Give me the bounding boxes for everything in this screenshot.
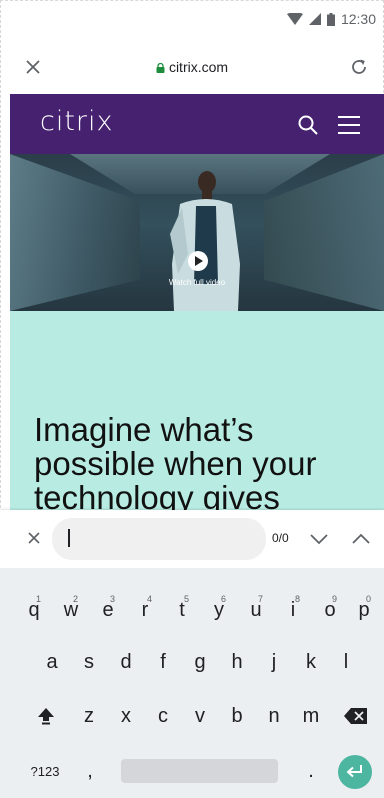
- headline-line: technology gives: [34, 479, 280, 512]
- key-u[interactable]: 7u: [240, 588, 272, 632]
- key-hint: 0: [365, 594, 371, 604]
- chevron-up-icon[interactable]: [350, 530, 372, 548]
- key-hint: 6: [220, 594, 226, 604]
- key-hint: 5: [183, 594, 189, 604]
- reload-icon[interactable]: [348, 56, 370, 78]
- lock-icon: [156, 63, 165, 73]
- space-bar[interactable]: [121, 759, 278, 783]
- key-f[interactable]: f: [147, 640, 179, 684]
- text-cursor: [68, 529, 70, 547]
- browser-toolbar: citrix.com: [0, 42, 384, 92]
- headline: Imagine what’s possible when your techno…: [34, 411, 317, 512]
- key-i[interactable]: 8i: [277, 588, 309, 632]
- citrix-logo[interactable]: citrix: [40, 106, 114, 137]
- close-icon[interactable]: [26, 530, 42, 546]
- key-o[interactable]: 9o: [314, 588, 346, 632]
- key-hint: 1: [35, 594, 41, 604]
- key-q[interactable]: 1q: [18, 588, 50, 632]
- comma-key[interactable]: ,: [74, 749, 106, 793]
- watch-video-caption: Watch full video: [168, 278, 226, 287]
- key-z[interactable]: z: [73, 694, 105, 738]
- find-in-page-bar: 0/0: [0, 510, 384, 568]
- match-count: 0/0: [272, 531, 289, 545]
- key-hint: 2: [72, 594, 78, 604]
- hero-person-image: [170, 171, 240, 311]
- key-e[interactable]: 3e: [92, 588, 124, 632]
- backspace-icon: [344, 708, 367, 724]
- shift-key[interactable]: [28, 694, 64, 738]
- url-display[interactable]: citrix.com: [0, 59, 384, 75]
- key-h[interactable]: h: [221, 640, 253, 684]
- search-icon[interactable]: [296, 113, 320, 137]
- key-p[interactable]: 0p: [348, 588, 380, 632]
- key-hint: 4: [146, 594, 152, 604]
- headline-line: Imagine what’s: [34, 411, 254, 448]
- key-t[interactable]: 5t: [166, 588, 198, 632]
- key-hint: 9: [331, 594, 337, 604]
- key-l[interactable]: l: [330, 640, 362, 684]
- key-d[interactable]: d: [110, 640, 142, 684]
- battery-icon: [326, 12, 335, 26]
- key-hint: 8: [294, 594, 300, 604]
- site-header: citrix: [10, 94, 384, 154]
- chevron-down-icon[interactable]: [308, 530, 330, 548]
- key-hint: 3: [109, 594, 115, 604]
- key-b[interactable]: b: [221, 694, 253, 738]
- key-j[interactable]: j: [258, 640, 290, 684]
- key-k[interactable]: k: [295, 640, 327, 684]
- play-icon: [195, 256, 203, 266]
- wifi-icon: [286, 13, 303, 25]
- hamburger-menu-icon[interactable]: [336, 114, 362, 136]
- key-v[interactable]: v: [184, 694, 216, 738]
- symbols-key[interactable]: ?123: [22, 749, 68, 793]
- hero-video[interactable]: Watch full video: [10, 154, 384, 311]
- key-c[interactable]: c: [147, 694, 179, 738]
- status-time: 12:30: [340, 11, 376, 27]
- enter-icon: [346, 765, 362, 778]
- period-key[interactable]: .: [295, 749, 327, 793]
- key-m[interactable]: m: [295, 694, 327, 738]
- enter-key[interactable]: [338, 755, 372, 789]
- key-hint: 7: [257, 594, 263, 604]
- key-s[interactable]: s: [73, 640, 105, 684]
- shift-icon: [38, 708, 54, 725]
- play-video-button[interactable]: [188, 251, 208, 271]
- key-x[interactable]: x: [110, 694, 142, 738]
- key-r[interactable]: 4r: [129, 588, 161, 632]
- key-y[interactable]: 6y: [203, 588, 235, 632]
- backspace-key[interactable]: [338, 694, 374, 738]
- cell-signal-icon: [308, 13, 321, 25]
- url-text: citrix.com: [168, 59, 229, 75]
- find-input[interactable]: [52, 518, 266, 560]
- headline-line: possible when your: [34, 445, 317, 482]
- on-screen-keyboard: 1q 2w 3e 4r 5t 6y 7u 8i 9o 0p a s d f g …: [0, 568, 384, 798]
- key-a[interactable]: a: [36, 640, 68, 684]
- key-g[interactable]: g: [184, 640, 216, 684]
- hero-text-section: Imagine what’s possible when your techno…: [10, 311, 384, 511]
- key-w[interactable]: 2w: [55, 588, 87, 632]
- key-n[interactable]: n: [258, 694, 290, 738]
- status-bar: 12:30: [0, 0, 384, 42]
